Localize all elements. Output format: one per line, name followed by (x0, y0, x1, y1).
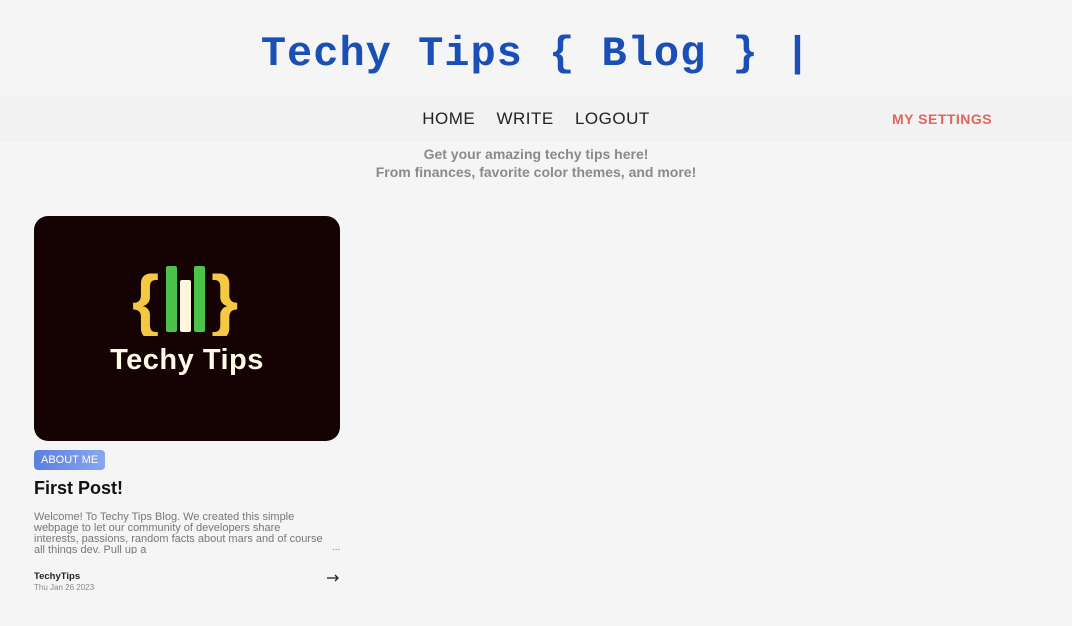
logo-text: Techy Tips (110, 344, 264, 376)
tagline-line-1: Get your amazing techy tips here! (423, 146, 649, 162)
tagline-line-2: From finances, favorite color themes, an… (375, 164, 697, 180)
navbar: HOME WRITE LOGOUT MY SETTINGS (0, 96, 1072, 142)
post-excerpt: Welcome! To Techy Tips Blog. We created … (34, 512, 323, 554)
tagline: Get your amazing techy tips here! From f… (0, 145, 1072, 181)
post-image[interactable]: { } Techy Tips (34, 216, 340, 441)
code-braces-books-icon: { } (132, 264, 238, 336)
excerpt-ellipsis: ... (332, 542, 341, 553)
nav-home[interactable]: HOME (422, 109, 475, 128)
post-date: Thu Jan 26 2023 (34, 583, 95, 592)
svg-text:{: { (132, 264, 159, 336)
post-card[interactable]: { } Techy Tips ABOUT ME First Post! Welc… (34, 216, 340, 592)
site-title: Techy Tips { Blog } | (260, 30, 812, 78)
arrow-right-icon[interactable] (326, 573, 340, 583)
nav-logout[interactable]: LOGOUT (575, 109, 650, 128)
nav-write[interactable]: WRITE (496, 109, 553, 128)
post-author: TechyTips (34, 571, 81, 582)
post-category-badge[interactable]: ABOUT ME (34, 450, 106, 470)
my-settings-link[interactable]: MY SETTINGS (892, 111, 992, 127)
post-title[interactable]: First Post! (34, 478, 123, 499)
svg-text:}: } (211, 264, 238, 336)
